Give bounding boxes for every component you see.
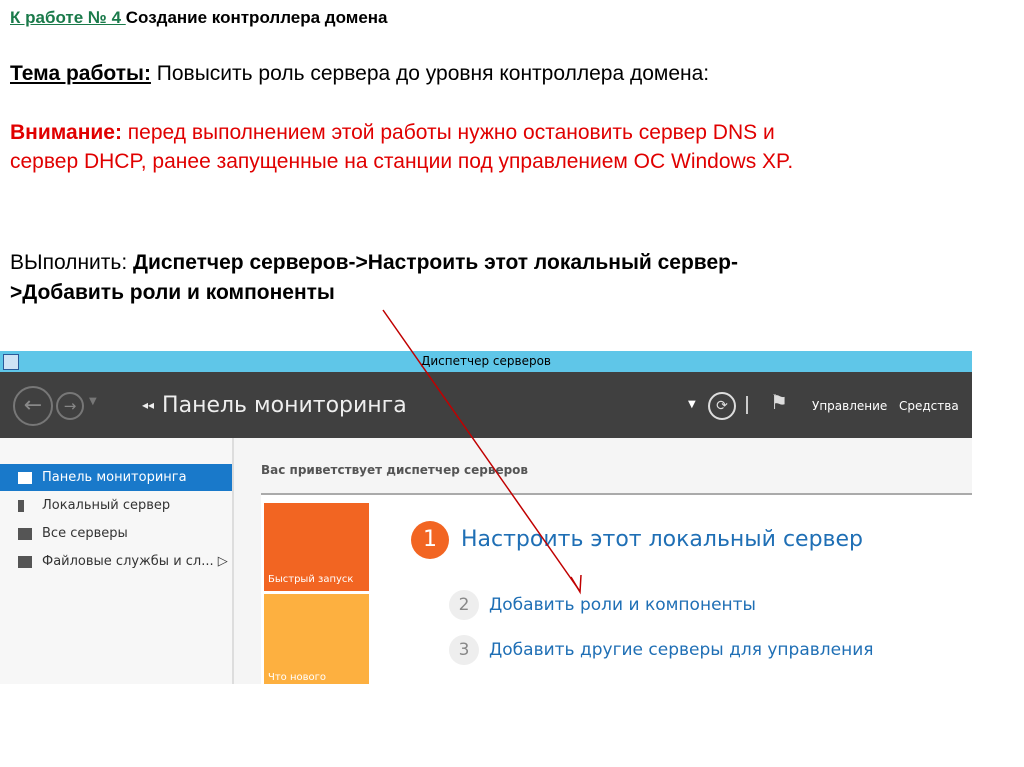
sidebar-label: Панель мониторинга bbox=[42, 470, 187, 485]
step-number: 1 bbox=[411, 521, 449, 559]
expand-arrow-icon[interactable]: ▷ bbox=[218, 554, 228, 569]
sidebar-item-local-server[interactable]: Локальный сервер bbox=[0, 492, 232, 519]
welcome-heading: Вас приветствует диспетчер серверов bbox=[261, 463, 529, 477]
file-services-icon bbox=[18, 555, 32, 568]
step-label: Настроить этот локальный сервер bbox=[461, 527, 864, 552]
page-title-text: Панель мониторинга bbox=[162, 392, 407, 418]
slide-heading: К работе № 4 Создание контроллера домена bbox=[10, 8, 388, 28]
forward-arrow-icon[interactable]: → bbox=[56, 392, 84, 420]
divider bbox=[746, 396, 748, 414]
menu-tools[interactable]: Средства bbox=[899, 399, 959, 413]
menu-manage[interactable]: Управление bbox=[812, 399, 887, 413]
server-manager-screenshot: Диспетчер серверов ← → ▼ ◂◂ Панель монито… bbox=[0, 351, 972, 684]
sidebar-label: Локальный сервер bbox=[42, 498, 171, 513]
sidebar-label: Файловые службы и сл... bbox=[42, 554, 214, 569]
step-add-servers[interactable]: 3 Добавить другие серверы для управления bbox=[449, 635, 873, 665]
lab-link[interactable]: К работе № 4 bbox=[10, 8, 126, 27]
refresh-icon[interactable]: ⟳ bbox=[708, 392, 736, 420]
servers-icon bbox=[18, 527, 32, 540]
header-bar: ← → ▼ ◂◂ Панель мониторинга ▼ ⟳ ⚑ Управле… bbox=[0, 372, 972, 438]
chevron-down-icon[interactable]: ▼ bbox=[688, 399, 696, 410]
warning-line1: перед выполнением этой работы нужно оста… bbox=[121, 121, 775, 144]
app-icon bbox=[3, 354, 19, 370]
exec-line2: >Добавить роли и компоненты bbox=[10, 281, 335, 304]
step-number: 3 bbox=[449, 635, 479, 665]
window-title: Диспетчер серверов bbox=[421, 354, 551, 368]
tile-whats-new[interactable]: Что нового bbox=[264, 594, 369, 684]
sidebar-label: Все серверы bbox=[42, 526, 128, 541]
heading-text: Создание контроллера домена bbox=[125, 8, 388, 27]
server-icon bbox=[18, 499, 24, 512]
topic-label: Тема работы: bbox=[10, 62, 151, 85]
step-number: 2 bbox=[449, 590, 479, 620]
breadcrumb-chevron-icon: ◂◂ bbox=[142, 398, 155, 412]
step-configure-local-server[interactable]: 1 Настроить этот локальный сервер bbox=[411, 521, 863, 559]
back-arrow-icon[interactable]: ← bbox=[13, 386, 53, 426]
page-title: ◂◂ Панель мониторинга bbox=[142, 392, 415, 418]
topic-text: Повысить роль сервера до уровня контролл… bbox=[150, 62, 710, 85]
tile-quick-start[interactable]: Быстрый запуск bbox=[264, 503, 369, 591]
sidebar-item-dashboard[interactable]: Панель мониторинга bbox=[0, 464, 232, 491]
instructions: ВЫполнить: Диспетчер серверов->Настроить… bbox=[10, 248, 738, 308]
exec-line1: Диспетчер серверов->Настроить этот локал… bbox=[133, 251, 738, 274]
title-bar: Диспетчер серверов bbox=[0, 351, 972, 372]
topic: Тема работы: Повысить роль сервера до ур… bbox=[10, 62, 709, 86]
tile-label: Быстрый запуск bbox=[268, 574, 354, 585]
step-label: Добавить роли и компоненты bbox=[489, 595, 756, 615]
sidebar: Панель мониторинга Локальный сервер Все … bbox=[0, 438, 234, 684]
warning-line2: сервер DHCP, ранее запущенные на станции… bbox=[10, 150, 794, 173]
flag-icon[interactable]: ⚑ bbox=[770, 390, 788, 414]
dashboard-icon bbox=[18, 471, 32, 484]
step-add-roles[interactable]: 2 Добавить роли и компоненты bbox=[449, 590, 756, 620]
step-label: Добавить другие серверы для управления bbox=[489, 640, 874, 660]
exec-label: ВЫполнить: bbox=[10, 251, 133, 274]
sidebar-item-all-servers[interactable]: Все серверы bbox=[0, 520, 232, 547]
tile-label: Что нового bbox=[268, 672, 327, 683]
warning: Внимание: перед выполнением этой работы … bbox=[10, 118, 793, 176]
sidebar-item-file-services[interactable]: Файловые службы и сл... ▷ bbox=[0, 548, 232, 575]
chevron-down-icon[interactable]: ▼ bbox=[89, 396, 97, 407]
quick-start-panel: Быстрый запуск Что нового 1 Настроить это… bbox=[261, 493, 972, 684]
warning-label: Внимание: bbox=[10, 121, 122, 144]
